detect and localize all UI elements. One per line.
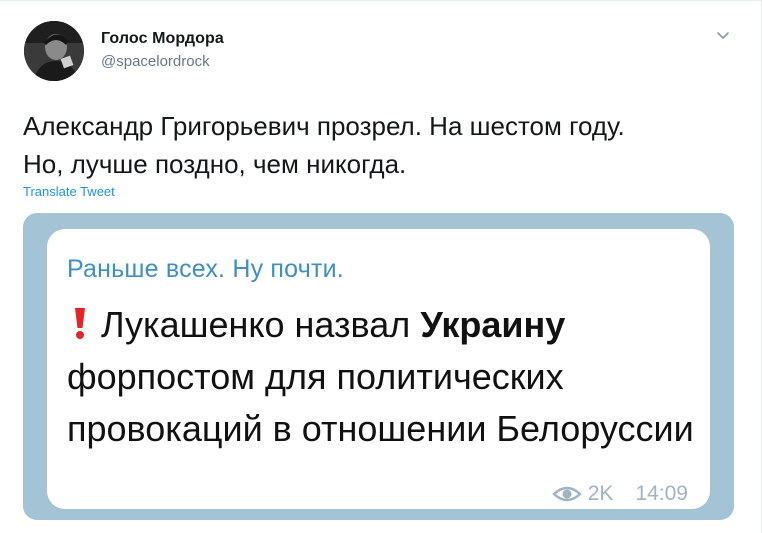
tweet-text: Александр Григорьевич прозрел. На шестом… — [23, 107, 723, 183]
author-handle[interactable]: @spacelordrock — [101, 53, 210, 70]
author-name[interactable]: Голос Мордора — [101, 30, 224, 48]
tweet-text-line: Но, лучше поздно, чем никогда. — [23, 149, 407, 179]
channel-title: Раньше всех. Ну почти. — [67, 255, 344, 283]
post-text-bold: Украину — [420, 304, 566, 345]
eye-icon — [551, 486, 582, 502]
avatar[interactable] — [24, 21, 84, 81]
tweet-media-image[interactable]: Раньше всех. Ну почти. Лукашенко назвал … — [23, 213, 734, 520]
post-text-part: Лукашенко назвал — [101, 304, 421, 345]
chevron-down-icon[interactable] — [715, 29, 731, 43]
avatar-photo-icon — [24, 21, 84, 81]
exclamation-icon — [75, 308, 85, 339]
post-meta: 2K 14:09 — [551, 482, 688, 506]
post-text-part: форпостом для политических провокаций в … — [67, 356, 694, 449]
post-text: Лукашенко назвал Украину форпостом для п… — [67, 299, 697, 455]
tweet-text-line: Александр Григорьевич прозрел. На шестом… — [23, 111, 625, 141]
channel-post-card: Раньше всех. Ну почти. Лукашенко назвал … — [47, 229, 710, 509]
tweet-card: Голос Мордора @spacelordrock Александр Г… — [0, 0, 762, 533]
view-count: 2K — [587, 482, 614, 505]
post-time: 14:09 — [635, 482, 688, 505]
translate-tweet-link[interactable]: Translate Tweet — [23, 184, 115, 199]
